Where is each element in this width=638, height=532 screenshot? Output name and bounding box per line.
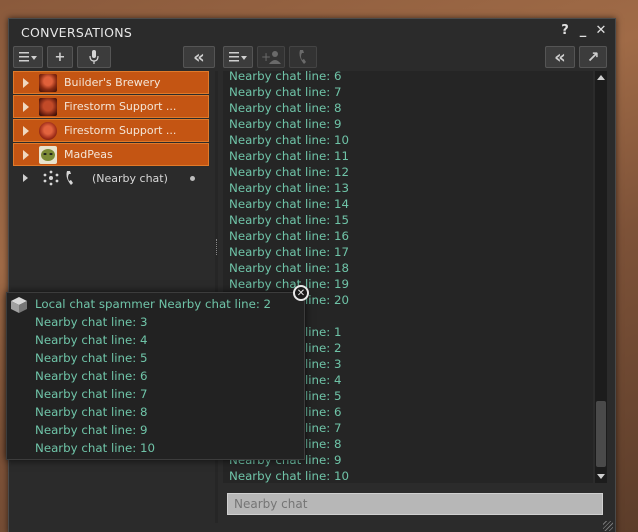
voice-button[interactable]: [77, 46, 111, 68]
chat-line: Nearby chat line: 19: [229, 277, 349, 291]
collapse-list-button[interactable]: «: [183, 46, 215, 68]
phone-icon: [299, 50, 306, 64]
close-button[interactable]: ✕: [595, 23, 607, 38]
scroll-up-icon[interactable]: [597, 75, 605, 80]
nearby-people-icon: [43, 170, 59, 186]
toast-line: Nearby chat line: 5: [35, 351, 148, 365]
group-avatar: [39, 73, 57, 92]
list-menu-icon: [19, 52, 37, 62]
toast-line: Nearby chat line: 7: [35, 387, 148, 401]
group-avatar: [39, 121, 57, 140]
object-cube-icon: [11, 297, 27, 313]
title-bar[interactable]: CONVERSATIONS ? _ ✕: [9, 19, 615, 45]
chat-line: Nearby chat line: 18: [229, 261, 349, 275]
chat-toast-popup[interactable]: Local chat spammer Nearby chat line: 2 Ne…: [6, 292, 305, 460]
group-avatar: [39, 145, 57, 164]
status-dot-icon: [190, 176, 195, 181]
nearby-chat-label: (Nearby chat): [92, 171, 168, 185]
conversation-item-firestorm-support-2[interactable]: Firestorm Support ...: [13, 119, 209, 142]
microphone-icon: [89, 50, 99, 64]
conversation-item-madpeas[interactable]: MadPeas: [13, 143, 209, 166]
chat-line: Nearby chat line: 16: [229, 229, 349, 243]
conversation-label: Firestorm Support ...: [64, 100, 177, 113]
window-title: CONVERSATIONS: [21, 25, 133, 40]
expand-arrow-icon[interactable]: [23, 174, 28, 182]
chat-line: Nearby chat line: 15: [229, 213, 349, 227]
list-menu-icon: [229, 52, 247, 62]
expand-arrow-icon[interactable]: [23, 125, 29, 136]
expand-arrow-icon[interactable]: [23, 101, 29, 112]
phone-icon: [66, 171, 73, 185]
chat-line: Nearby chat line: 10: [229, 469, 349, 483]
conversation-item-nearby-chat[interactable]: (Nearby chat): [13, 167, 209, 189]
chat-line: Nearby chat line: 7: [229, 85, 342, 99]
scroll-down-icon[interactable]: [597, 474, 605, 479]
call-button[interactable]: [289, 46, 317, 68]
conversation-label: Builder's Brewery: [64, 76, 161, 89]
conversation-list-toolbar: + «: [13, 46, 215, 70]
toast-line: Nearby chat line: 9: [35, 423, 148, 437]
toast-line: Local chat spammer Nearby chat line: 2: [35, 297, 272, 311]
conversation-item-builders-brewery[interactable]: Builder's Brewery: [13, 71, 209, 94]
svg-text:+: +: [261, 50, 271, 64]
window-controls: ? _ ✕: [559, 23, 607, 38]
chat-line: Nearby chat line: 9: [229, 117, 342, 131]
add-conversation-button[interactable]: +: [47, 46, 73, 68]
pea-face-icon: [41, 148, 55, 161]
chat-line: Nearby chat line: 17: [229, 245, 349, 259]
conversation-item-firestorm-support-1[interactable]: Firestorm Support ...: [13, 95, 209, 118]
chat-line: Nearby chat line: 12: [229, 165, 349, 179]
chat-line: Nearby chat line: 14: [229, 197, 349, 211]
conversation-menu-button[interactable]: [13, 46, 43, 68]
chat-input[interactable]: [227, 493, 603, 515]
chat-line: Nearby chat line: 8: [229, 101, 342, 115]
toast-line: Nearby chat line: 4: [35, 333, 148, 347]
chat-line: Nearby chat line: 6: [229, 71, 342, 83]
minimize-button[interactable]: _: [577, 23, 589, 38]
toast-line: Nearby chat line: 3: [35, 315, 148, 329]
scroll-thumb[interactable]: [596, 401, 606, 467]
chat-line: Nearby chat line: 11: [229, 149, 349, 163]
chat-menu-button[interactable]: [223, 46, 253, 68]
expand-arrow-icon[interactable]: [23, 77, 29, 88]
toast-close-button[interactable]: ✕: [293, 285, 309, 301]
group-avatar: [39, 97, 57, 116]
popout-button[interactable]: ↗: [579, 46, 607, 68]
chat-toolbar: + « ↗: [223, 46, 607, 70]
help-button[interactable]: ?: [559, 23, 571, 38]
add-person-icon: +: [261, 50, 281, 64]
conversation-label: Firestorm Support ...: [64, 124, 177, 137]
conversation-list: Builder's Brewery Firestorm Support ... …: [13, 71, 211, 191]
expand-arrow-icon[interactable]: [23, 149, 29, 160]
chat-scrollbar[interactable]: [595, 71, 607, 483]
splitter-grip-icon[interactable]: [216, 239, 219, 255]
toast-line: Nearby chat line: 6: [35, 369, 148, 383]
chat-line: Nearby chat line: 10: [229, 133, 349, 147]
collapse-chat-button[interactable]: «: [545, 46, 575, 68]
resize-grip-icon[interactable]: [603, 521, 613, 531]
conversation-label: MadPeas: [64, 148, 113, 161]
toast-line: Nearby chat line: 10: [35, 441, 155, 455]
chat-line: Nearby chat line: 13: [229, 181, 349, 195]
toast-line: Nearby chat line: 8: [35, 405, 148, 419]
add-participant-button[interactable]: +: [257, 46, 285, 68]
